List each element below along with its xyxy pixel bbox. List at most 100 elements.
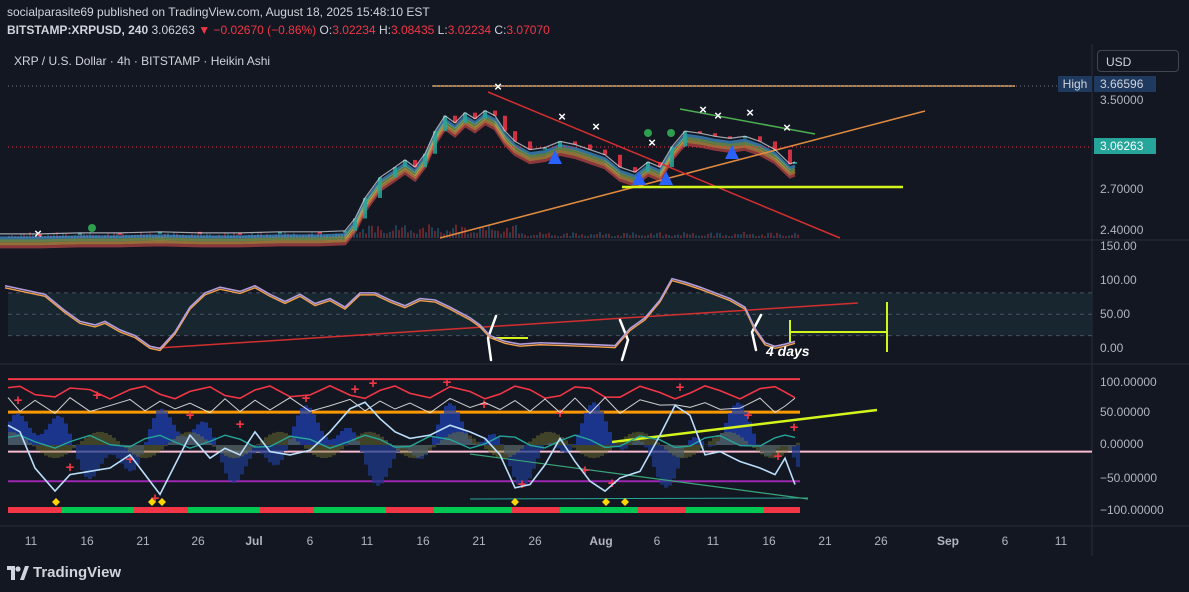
oscillator-area [216,445,220,451]
status-strip-segment [410,507,416,513]
oscillator-area [568,445,572,451]
currency-button[interactable]: USD [1097,50,1179,72]
oscillator-area [412,445,416,459]
volume-bar [665,233,667,238]
status-strip-segment [218,507,224,513]
volume-bar [680,235,682,238]
volume-bar [575,233,577,238]
time-tick-label: Sep [937,534,959,548]
status-strip-segment [434,507,440,513]
oscillator-area [504,445,508,459]
oscillator-area [168,442,172,445]
volume-bar [392,230,394,238]
status-strip-segment [14,507,20,513]
oscillator-area [728,431,732,445]
status-strip-segment [260,507,266,513]
volume-bar [728,236,730,238]
volume-bar [518,233,520,238]
volume-bar [671,236,673,238]
oscillator-area [336,435,340,445]
oscillator-area [544,432,548,445]
volume-bar [530,235,532,238]
volume-bar [770,232,772,238]
volume-bar [398,230,400,238]
volume-bar [380,229,382,238]
volume-bar [737,234,739,238]
time-tick-label: 16 [80,534,94,548]
tradingview-logo[interactable]: TradingView [7,564,121,581]
volume-bar [371,225,373,238]
volume-bar [455,224,457,238]
oscillator-area [580,445,584,455]
volume-bar [425,232,427,238]
time-tick-label: 6 [307,534,314,548]
oscillator-area [108,445,112,455]
status-strip-segment [428,507,434,513]
oscillator-area [144,445,148,459]
oscillator-area [396,445,400,451]
volume-bar [776,232,778,238]
volume-bar [629,235,631,238]
oscillator-area [784,445,788,454]
oscillator-area [256,444,260,445]
status-strip-segment [422,507,428,513]
status-strip-segment [122,507,128,513]
status-strip-segment [584,507,590,513]
status-strip-segment [398,507,404,513]
volume-bar [746,234,748,238]
oscillator-area [508,445,512,457]
oscillator-area [156,411,160,445]
volume-bar [464,227,466,238]
oscillator-area [328,439,332,445]
time-tick-label: 21 [136,534,150,548]
volume-bar [533,234,535,238]
oscillator-area [144,441,148,445]
oscillator-area [380,445,384,484]
status-strip-segment [728,507,734,513]
status-strip-segment [440,507,446,513]
ohlc-line: BITSTAMP:XRPUSD, 240 3.06263 ▼ −0.02670 … [7,23,550,37]
volume-bar [689,234,691,238]
oscillator-area [576,445,580,452]
x-marker: × [494,79,502,94]
oscillator-area [92,445,96,477]
volume-bar [389,231,391,238]
oscillator-area [364,445,368,465]
oscillator-area [768,445,772,458]
oscillator-area [740,437,744,445]
volume-bar [572,232,574,238]
status-strip-segment [470,507,476,513]
volume-bar [374,232,376,238]
status-strip-segment [530,507,536,513]
status-strip-segment [80,507,86,513]
close-value: 3.07070 [506,23,550,37]
oscillator-area [572,444,576,445]
status-strip-segment [704,507,710,513]
oscillator-area [420,445,424,457]
oscillator-tick-label: 0.00000 [1100,437,1144,451]
volume-bar [749,234,751,238]
rsi-tick-label: 100.00 [1100,273,1137,287]
status-strip-segment [542,507,548,513]
oscillator-area [164,445,168,447]
oscillator-area [572,445,576,448]
status-strip-segment [788,507,794,513]
volume-bar [713,235,715,238]
oscillator-area [28,427,32,445]
oscillator-area [36,445,40,450]
oscillator-area [468,435,472,445]
status-strip-segment [254,507,260,513]
status-strip-segment [506,507,512,513]
time-tick-label: 26 [191,534,205,548]
volume-bar [509,232,511,238]
oscillator-area [292,438,296,445]
status-strip-segment [698,507,704,513]
oscillator-area [660,445,664,447]
plus-marker: + [518,476,527,493]
chart-canvas[interactable]: ××××× × ×××+ +++++ + +++++++ ++++++ XRP / U.S.… [0,44,1189,556]
oscillator-area [164,411,168,445]
symbol-label: BITSTAMP:XRPUSD, 240 [7,23,149,37]
oscillator-area [792,445,796,447]
volume-bar [584,235,586,238]
plus-marker: + [774,448,783,465]
